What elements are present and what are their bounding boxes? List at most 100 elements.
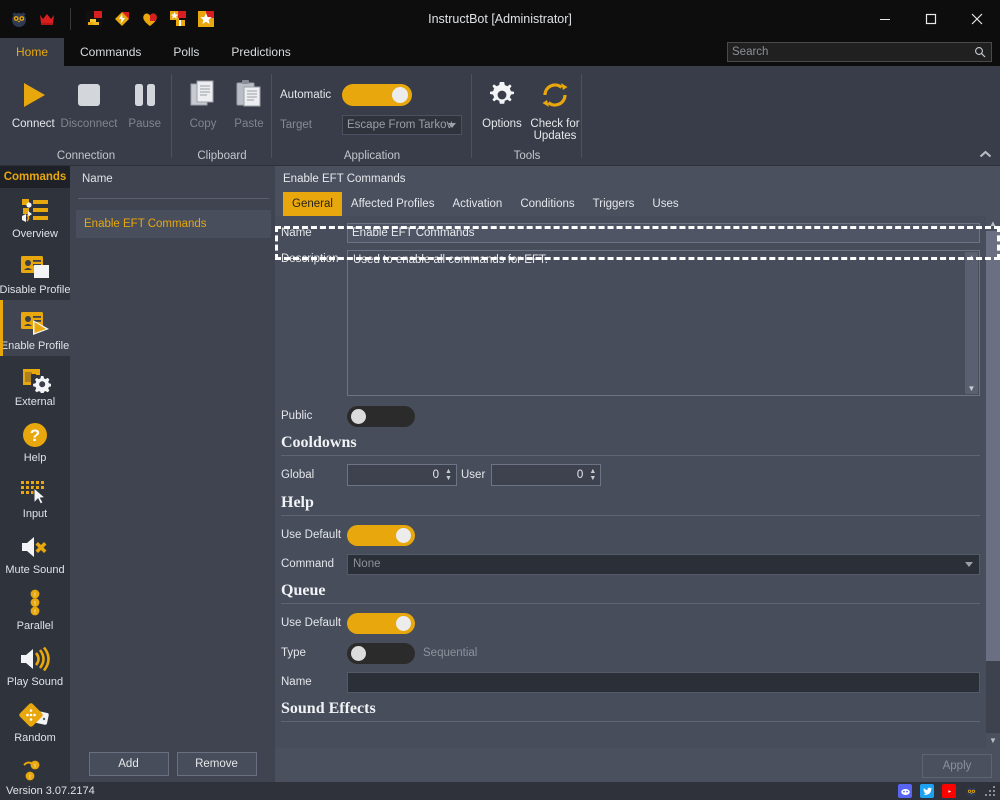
- ribbon-group-tools: Options Check for Updates Tools: [472, 66, 582, 166]
- discord-icon[interactable]: [898, 784, 912, 798]
- sidebar-item-external[interactable]: External: [0, 356, 70, 412]
- star-icon[interactable]: [195, 8, 217, 30]
- sidebar-item-sequential[interactable]: ! ! Sequential: [0, 748, 70, 782]
- resize-grip-icon[interactable]: [985, 786, 997, 798]
- add-button[interactable]: Add: [88, 752, 169, 776]
- toolbar-separator: [70, 8, 71, 30]
- automatic-toggle[interactable]: [342, 84, 412, 106]
- pause-button[interactable]: Pause: [117, 70, 172, 130]
- sidebar-item-input[interactable]: Input: [0, 468, 70, 524]
- queue-name-label: Name: [281, 676, 312, 688]
- sidebar-item-label: Enable Profile: [0, 339, 70, 352]
- queue-name-input[interactable]: [347, 671, 980, 693]
- gold-bars-icon[interactable]: [83, 8, 105, 30]
- sidebar-item-disable-profile[interactable]: Disable Profile: [0, 244, 70, 300]
- help-command-label: Command: [281, 558, 335, 570]
- target-label: Target: [280, 119, 312, 131]
- global-cooldown-spinner[interactable]: 0 ▲ ▼: [347, 464, 457, 486]
- remove-button[interactable]: Remove: [176, 752, 257, 776]
- queue-use-default-toggle[interactable]: [347, 612, 415, 634]
- name-input[interactable]: Enable EFT Commands: [347, 223, 980, 243]
- tab-activation[interactable]: Activation: [443, 192, 511, 216]
- scroll-down-icon[interactable]: ▼: [968, 383, 976, 394]
- public-toggle[interactable]: [347, 405, 415, 427]
- lightning-tag-icon[interactable]: [111, 8, 133, 30]
- disconnect-label: Disconnect: [60, 118, 118, 130]
- check-for-updates-button[interactable]: Check for Updates: [528, 70, 582, 142]
- form-scroll-area: Name Enable EFT Commands Description Use…: [275, 216, 986, 748]
- description-textarea[interactable]: Used to enable all commands for EFT. ▲ ▼: [347, 250, 980, 396]
- tab-triggers[interactable]: Triggers: [584, 192, 644, 216]
- spinner-arrows-icon[interactable]: ▲ ▼: [587, 468, 598, 482]
- connect-label: Connect: [11, 118, 55, 130]
- sidebar-item-mute-sound[interactable]: Mute Sound: [0, 524, 70, 580]
- status-bar: Version 3.07.2174: [0, 782, 1000, 800]
- global-cooldown-value: 0: [432, 469, 439, 481]
- tab-uses[interactable]: Uses: [643, 192, 687, 216]
- sidebar-item-overview[interactable]: Overview: [0, 188, 70, 244]
- sidebar-item-label: Play Sound: [6, 675, 64, 688]
- group-label-application: Application: [343, 150, 401, 162]
- tab-affected-profiles[interactable]: Affected Profiles: [342, 192, 444, 216]
- description-scrollbar[interactable]: ▲ ▼: [965, 252, 978, 394]
- maximize-button[interactable]: [908, 0, 954, 38]
- section-divider: [281, 603, 980, 604]
- help-command-select[interactable]: None: [347, 553, 980, 575]
- copy-button[interactable]: Copy: [180, 70, 226, 130]
- gear-icon: [485, 74, 519, 116]
- sidebar-item-play-sound[interactable]: Play Sound: [0, 636, 70, 692]
- sidebar-item-parallel[interactable]: ! ! ! Parallel: [0, 580, 70, 636]
- tab-conditions[interactable]: Conditions: [511, 192, 583, 216]
- sidebar-item-enable-profile[interactable]: Enable Profile: [0, 300, 70, 356]
- field-row-help-command: Command None: [275, 550, 986, 578]
- ribbon-tab-polls[interactable]: Polls: [157, 38, 215, 66]
- ribbon-tab-home[interactable]: Home: [0, 38, 65, 66]
- queue-type-label: Type: [281, 647, 306, 659]
- dice-icon: [19, 699, 51, 731]
- tab-general[interactable]: General: [283, 192, 342, 216]
- automatic-label: Automatic: [280, 89, 332, 101]
- scrollbar-thumb[interactable]: [986, 231, 1000, 661]
- scroll-up-icon[interactable]: ▲: [968, 252, 976, 263]
- connect-button[interactable]: Connect: [6, 70, 61, 130]
- heart-icon[interactable]: [139, 8, 161, 30]
- quick-access-toolbar: [0, 0, 217, 38]
- paste-button[interactable]: Paste: [226, 70, 272, 130]
- minimize-button[interactable]: [862, 0, 908, 38]
- sidebar-item-random[interactable]: Random: [0, 692, 70, 748]
- queue-type-toggle[interactable]: [347, 642, 415, 664]
- search-box[interactable]: [727, 42, 992, 62]
- apply-button-wrap: Apply: [922, 754, 992, 778]
- twitter-icon[interactable]: [920, 784, 934, 798]
- play-icon: [15, 74, 51, 116]
- options-label: Options: [482, 118, 522, 130]
- disconnect-button[interactable]: Disconnect: [60, 70, 118, 130]
- options-button[interactable]: Options: [476, 70, 528, 130]
- ribbon-tab-predictions[interactable]: Predictions: [215, 38, 306, 66]
- list-item-label: Enable EFT Commands: [84, 218, 207, 230]
- user-cooldown-spinner[interactable]: 0 ▲ ▼: [491, 464, 602, 486]
- close-button[interactable]: [954, 0, 1000, 38]
- ribbon-tab-commands[interactable]: Commands: [64, 38, 157, 66]
- youtube-icon[interactable]: [942, 784, 956, 798]
- apply-button[interactable]: Apply: [922, 754, 992, 778]
- scroll-down-icon[interactable]: ▼: [986, 733, 1000, 748]
- spinner-arrows-icon[interactable]: ▲ ▼: [443, 468, 454, 482]
- section-title-cooldowns: Cooldowns: [281, 434, 357, 451]
- description-label: Description: [281, 253, 339, 265]
- owl-logo-icon[interactable]: [964, 784, 978, 798]
- list-item[interactable]: Enable EFT Commands: [76, 210, 271, 238]
- target-select[interactable]: Escape From Tarkov: [342, 115, 462, 135]
- star-gift-icon[interactable]: [167, 8, 189, 30]
- search-input[interactable]: [732, 46, 973, 58]
- crown-icon[interactable]: [36, 8, 58, 30]
- help-use-default-toggle[interactable]: [347, 524, 415, 546]
- ribbon-collapse-button[interactable]: [974, 144, 996, 164]
- owl-logo-icon[interactable]: [8, 8, 30, 30]
- form-scrollbar[interactable]: ▲ ▼: [986, 216, 1000, 748]
- sidebar-item-help[interactable]: ? Help: [0, 412, 70, 468]
- help-use-default-label: Use Default: [281, 529, 342, 541]
- scroll-up-icon[interactable]: ▲: [986, 216, 1000, 231]
- name-label: Name: [281, 227, 312, 239]
- sidebar-item-label: Input: [22, 507, 48, 520]
